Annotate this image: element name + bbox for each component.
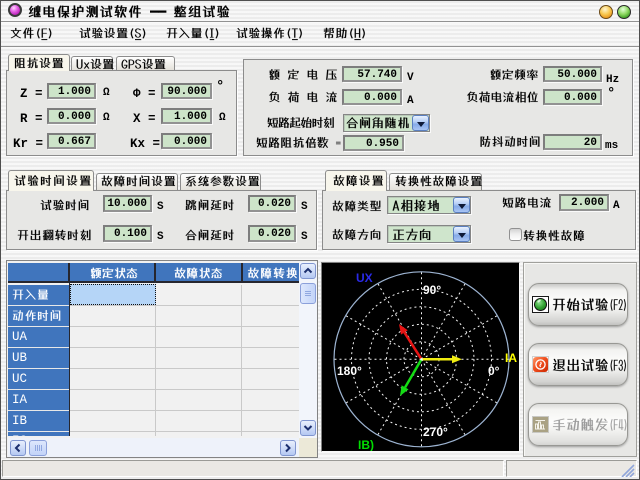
svg-text:IA: IA (505, 351, 517, 365)
svg-text:180°: 180° (337, 364, 362, 378)
svg-text:UX: UX (356, 271, 373, 285)
svg-text:IB): IB) (358, 438, 374, 451)
svg-text:270°: 270° (423, 425, 448, 439)
svg-text:0°: 0° (488, 364, 500, 378)
svg-text:90°: 90° (423, 283, 441, 297)
